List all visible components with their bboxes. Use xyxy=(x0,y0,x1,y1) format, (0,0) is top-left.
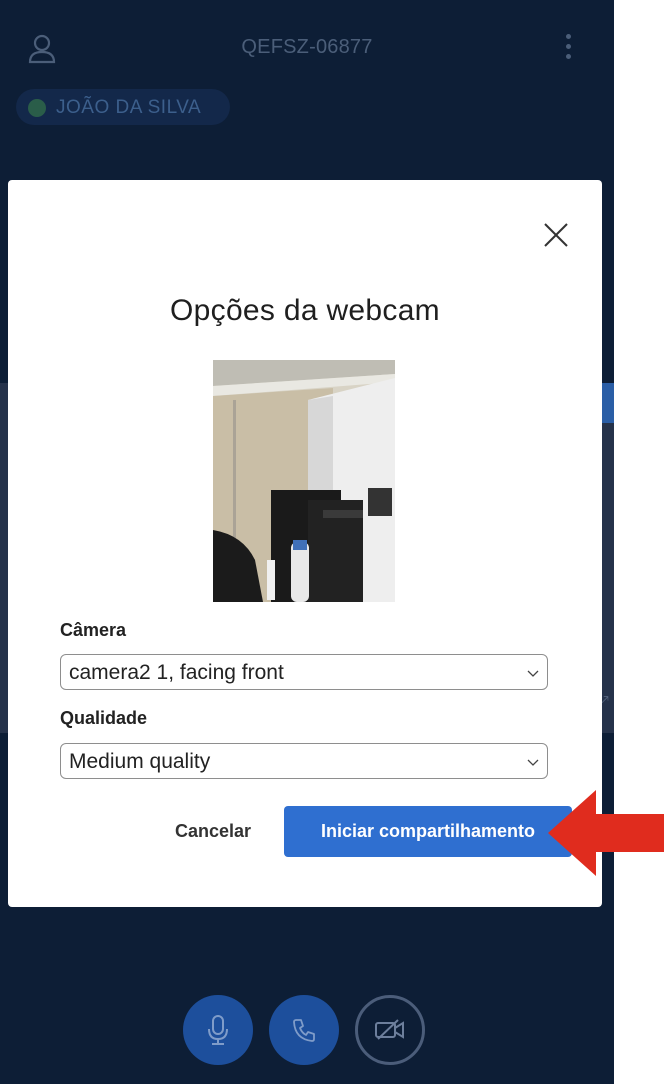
quality-label: Qualidade xyxy=(60,708,148,728)
chevron-down-icon xyxy=(527,670,539,677)
participant-chip[interactable]: JOÃO DA SILVA xyxy=(16,89,230,125)
kebab-menu-icon[interactable] xyxy=(561,34,575,64)
start-sharing-button[interactable]: Iniciar compartilhamento xyxy=(284,806,572,857)
cancel-button[interactable]: Cancelar xyxy=(158,806,268,856)
participant-name: JOÃO DA SILVA xyxy=(56,97,202,118)
close-icon[interactable] xyxy=(541,220,571,250)
mute-button[interactable] xyxy=(183,995,253,1065)
webcam-preview xyxy=(213,360,395,602)
toggle-camera-button[interactable] xyxy=(355,995,425,1065)
camera-select-value: camera2 1, facing front xyxy=(69,661,284,684)
status-dot xyxy=(28,99,46,117)
camera-select[interactable]: camera2 1, facing front xyxy=(60,654,548,690)
leave-call-button[interactable] xyxy=(269,995,339,1065)
chevron-down-icon xyxy=(527,759,539,766)
phone-icon xyxy=(293,1019,315,1042)
dialog-title: Opções da webcam xyxy=(170,294,440,327)
webcam-options-dialog: Opções da webcam Câmera camera2 1, facin… xyxy=(8,180,602,907)
call-controls xyxy=(0,995,614,1075)
video-off-icon xyxy=(375,1019,404,1040)
quality-select[interactable]: Medium quality xyxy=(60,743,548,779)
quality-select-value: Medium quality xyxy=(69,750,211,773)
annotation-arrow-icon xyxy=(548,790,664,876)
meeting-code: QEFSZ-06877 xyxy=(241,36,373,58)
top-bar: QEFSZ-06877 xyxy=(0,0,614,90)
camera-label: Câmera xyxy=(60,620,127,640)
microphone-icon xyxy=(208,1015,228,1045)
